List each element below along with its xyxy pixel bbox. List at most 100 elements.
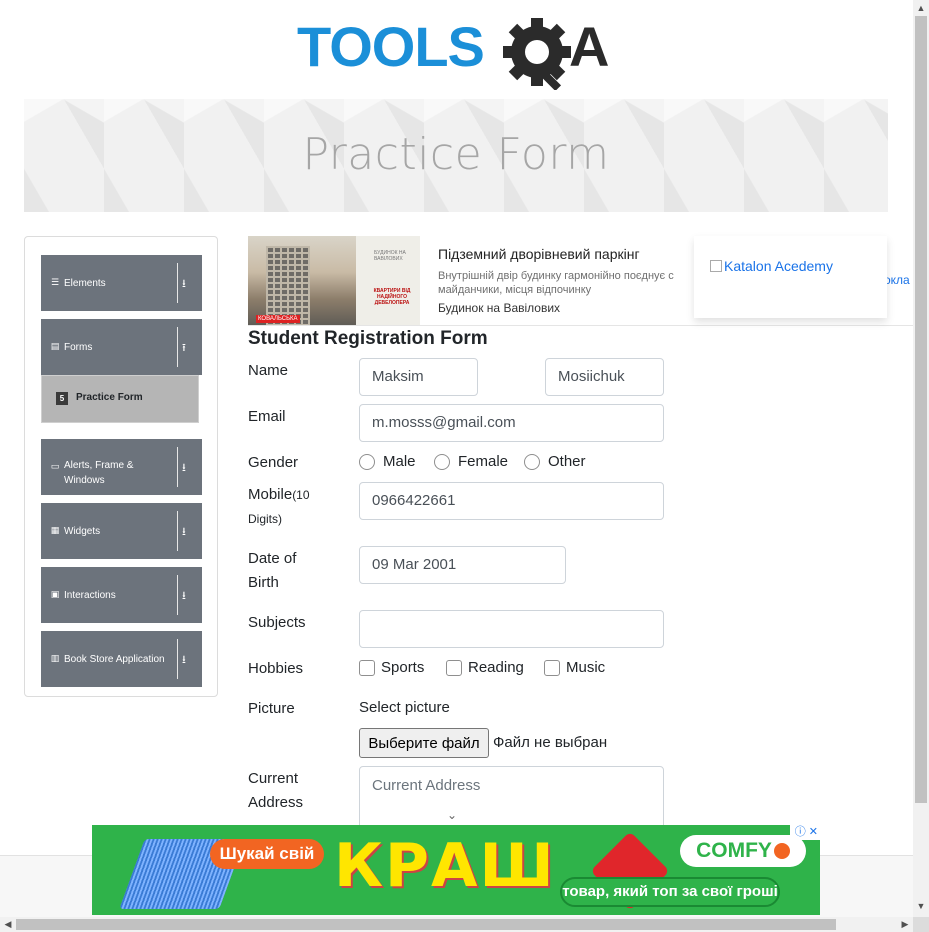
vertical-scrollbar[interactable]: ▲ ▼ [913, 0, 929, 932]
page: TOOLS A Practice Form ☰ Elements ⭳ ▤ For… [0, 0, 929, 932]
grid-icon: ▦ [50, 525, 60, 535]
divider [177, 327, 178, 367]
scrollbar-corner [913, 917, 929, 932]
download-arrow-icon: ⭳ [182, 278, 186, 290]
ad-description: Внутрішній двір будинку гармонійно поєдн… [438, 270, 674, 296]
logo-text-tools: TOOLS [297, 15, 484, 78]
address-label-line1: Current [248, 770, 299, 787]
comfy-logo-text: COMFY [696, 839, 772, 862]
date-of-birth-input[interactable]: 09 Mar 2001 [359, 546, 566, 584]
sidebar-group-label: Widgets [64, 526, 101, 537]
ad-headline: КРАШ [334, 831, 556, 901]
divider [177, 447, 178, 487]
hobbies-label: Hobbies [248, 660, 304, 677]
checkbox-box[interactable] [359, 660, 375, 676]
document-icon: ▤ [50, 341, 60, 351]
scroll-up-icon[interactable]: ▲ [913, 0, 929, 16]
download-arrow-icon: ⭳ [182, 654, 186, 666]
divider [177, 575, 178, 615]
checkbox-label[interactable]: Reading [468, 659, 524, 676]
sidebar-group-book-store[interactable]: ▥ Book Store Application ⭳ [41, 631, 202, 687]
ad-tagline: товар, який топ за свої гроші [560, 877, 780, 907]
sidebar-group-label: Elements [64, 278, 106, 289]
horizontal-scrollbar[interactable]: ◀ ▶ [0, 917, 913, 932]
katalon-link[interactable]: Katalon Acedemy [710, 258, 833, 274]
dob-label-line2: Birth [248, 574, 279, 591]
sidebar-item-label: Practice Form [76, 392, 143, 403]
books-icon: ▥ [50, 653, 60, 663]
divider [177, 511, 178, 551]
ad-title[interactable]: Підземний дворівневий паркінг [438, 246, 640, 262]
divider [177, 639, 178, 679]
html5-icon: 5 [56, 392, 68, 405]
scroll-right-icon[interactable]: ▶ [897, 917, 913, 932]
sidebar-group-widgets[interactable]: ▦ Widgets ⭳ [41, 503, 202, 559]
page-title: Practice Form [302, 129, 610, 180]
sidebar: ☰ Elements ⭳ ▤ Forms ⭱ 5 Practice Form ▭… [24, 236, 218, 697]
vertical-scroll-thumb[interactable] [915, 16, 927, 803]
email-input[interactable]: m.mosss@gmail.com [359, 404, 664, 442]
mobile-hint: (10 [292, 488, 310, 502]
subjects-input[interactable] [359, 610, 664, 648]
radio-label[interactable]: Other [548, 453, 586, 470]
divider [177, 263, 178, 303]
checkbox-label[interactable]: Sports [381, 659, 424, 676]
file-status-text: Файл не выбран [493, 734, 608, 751]
choose-file-button[interactable]: Выберите файл [359, 728, 489, 758]
window-icon: ▭ [50, 461, 60, 471]
comfy-ad-banner[interactable]: Шукай свій КРАШ COMFY товар, який топ за… [92, 825, 820, 915]
hamburger-icon: ☰ [50, 277, 60, 287]
scroll-left-icon[interactable]: ◀ [0, 917, 16, 932]
mobile-input[interactable]: 0966422661 [359, 482, 664, 520]
picture-label: Picture [248, 700, 295, 717]
sidebar-group-forms[interactable]: ▤ Forms ⭱ [41, 319, 202, 375]
ad-close-icon[interactable]: ⓘ ✕ [790, 825, 820, 840]
first-name-input[interactable]: Maksim [359, 358, 478, 396]
radio-label[interactable]: Female [458, 453, 508, 470]
comfy-logo: COMFY [680, 835, 806, 867]
sidebar-group-alerts[interactable]: ▭ Alerts, Frame & Windows ⭳ [41, 439, 202, 495]
ad-more-link[interactable]: окла [884, 273, 910, 287]
sidebar-item-practice-form[interactable]: 5 Practice Form [41, 375, 199, 423]
ad-promo-caption-2: КВАРТИРИ ВІД НАДІЙНОГО ДЕВЕЛОПЕРА [373, 288, 411, 306]
horizontal-scroll-thumb[interactable] [16, 919, 836, 930]
chevron-down-icon: ⌄ [447, 808, 458, 822]
download-arrow-icon: ⭳ [182, 590, 186, 602]
sidebar-group-label: Forms [64, 342, 93, 353]
gear-icon [503, 18, 571, 92]
radio-label[interactable]: Male [383, 453, 416, 470]
download-arrow-icon: ⭳ [182, 462, 186, 474]
sidebar-group-label: Alerts, Frame & Windows [64, 460, 134, 486]
subjects-label: Subjects [248, 614, 306, 631]
toolsqa-logo[interactable]: TOOLS A [297, 14, 622, 92]
last-name-input[interactable]: Mosiichuk [545, 358, 664, 396]
name-label: Name [248, 362, 289, 379]
mobile-hint-2: Digits) [248, 512, 283, 526]
radio-circle[interactable] [359, 454, 375, 470]
sidebar-group-interactions[interactable]: ▣ Interactions ⭳ [41, 567, 202, 623]
dob-label-line1: Date of [248, 550, 297, 567]
broken-image-icon [710, 260, 722, 272]
dob-label: Date of Birth [248, 547, 296, 595]
sidebar-group-label: Interactions [64, 590, 116, 601]
mobile-label: Mobile(10 Digits) [248, 483, 310, 531]
checkbox-box[interactable] [544, 660, 560, 676]
sidebar-group-label: Book Store Application [64, 654, 165, 665]
form-title: Student Registration Form [248, 328, 488, 349]
ad-building-image: КОВАЛЬСЬКА [248, 236, 356, 325]
radio-circle[interactable] [524, 454, 540, 470]
select-picture-label: Select picture [359, 699, 450, 716]
logo-text-a: A [569, 15, 609, 78]
page-header-banner: Practice Form [24, 99, 888, 212]
upload-arrow-icon: ⭱ [182, 342, 186, 354]
ad-image-tag: КОВАЛЬСЬКА [256, 315, 300, 323]
checkbox-label[interactable]: Music [566, 659, 605, 676]
gender-label: Gender [248, 454, 299, 471]
katalon-ad[interactable]: Katalon Acedemy [694, 236, 887, 318]
scroll-down-icon[interactable]: ▼ [913, 898, 929, 914]
download-arrow-icon: ⭳ [182, 526, 186, 538]
ad-promo-caption: БУДИНОК НА ВАВІЛОВИХ [374, 250, 406, 262]
radio-circle[interactable] [434, 454, 450, 470]
sidebar-group-elements[interactable]: ☰ Elements ⭳ [41, 255, 202, 311]
checkbox-box[interactable] [446, 660, 462, 676]
